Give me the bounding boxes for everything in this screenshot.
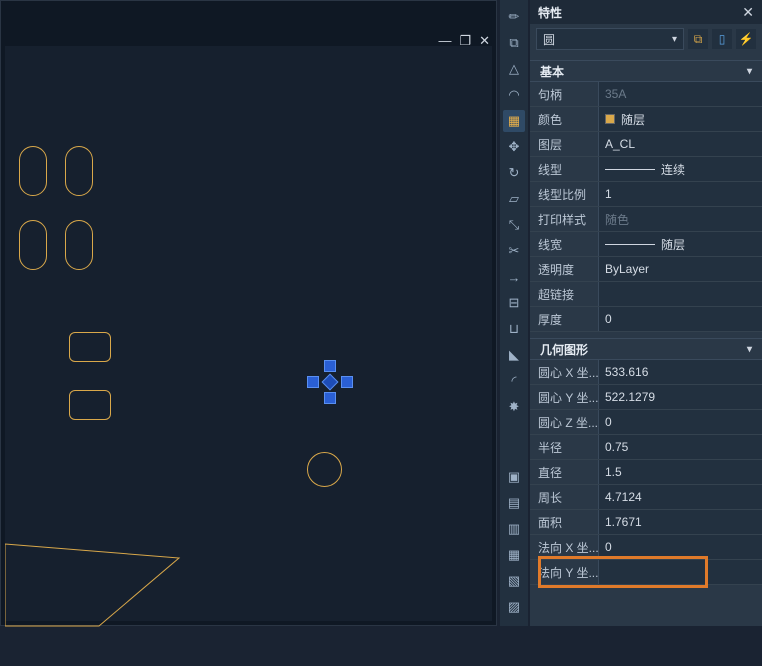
- prop-radius: 半径 0.75: [530, 435, 762, 460]
- prop-layer: 图层 A_CL: [530, 132, 762, 157]
- layer-6-icon[interactable]: ▨: [503, 596, 525, 618]
- prop-handle: 句柄 35A: [530, 82, 762, 107]
- section-geometry[interactable]: 几何图形 ▾: [530, 338, 762, 360]
- prop-diameter: 直径 1.5: [530, 460, 762, 485]
- shape-polyline: [5, 536, 285, 666]
- prop-color: 颜色 随层: [530, 107, 762, 132]
- prop-linescale: 线型比例 1: [530, 182, 762, 207]
- stretch-icon[interactable]: ⤡: [503, 214, 525, 236]
- prop-transparency: 透明度 ByLayer: [530, 257, 762, 282]
- move-icon[interactable]: ✥: [503, 136, 525, 158]
- trim-icon[interactable]: ✂: [503, 240, 525, 262]
- layer-4-icon[interactable]: ▦: [503, 544, 525, 566]
- toggle-pickadd-icon[interactable]: ⧉: [688, 29, 708, 49]
- selection-cursor: [305, 358, 355, 408]
- panel-header: 特性 ✕: [530, 0, 762, 24]
- panel-title: 特性: [538, 4, 562, 21]
- chamfer-icon[interactable]: ◣: [503, 344, 525, 366]
- drawing-canvas[interactable]: — ❐ ✕: [0, 0, 497, 626]
- offset-icon[interactable]: ◠: [503, 84, 525, 106]
- break-icon[interactable]: ⊟: [503, 292, 525, 314]
- prop-normal-y: 法向 Y 坐...: [530, 560, 762, 585]
- extend-icon[interactable]: →: [503, 266, 525, 288]
- section-basic[interactable]: 基本 ▾: [530, 60, 762, 82]
- prop-center-x: 圆心 X 坐... 533.616: [530, 360, 762, 385]
- copy-icon[interactable]: ⧉: [503, 32, 525, 54]
- chevron-down-icon: ▾: [747, 344, 752, 355]
- prop-lineweight: 线宽 随层: [530, 232, 762, 257]
- section-label: 几何图形: [540, 341, 588, 358]
- prop-circumference: 周长 4.7124: [530, 485, 762, 510]
- close-icon[interactable]: ✕: [479, 33, 490, 49]
- tool-column: ✏ ⧉ △ ◠ ▦ ✥ ↻ ▱ ⤡ ✂ → ⊟ ⊔ ◣ ◜ ✸ ▣ ▤ ▥ ▦ …: [500, 0, 528, 626]
- line-sample-icon: [605, 244, 655, 245]
- color-swatch-icon: [605, 114, 615, 124]
- shape-rrect: [69, 332, 111, 362]
- minimize-icon[interactable]: —: [438, 33, 451, 49]
- layer-3-icon[interactable]: ▥: [503, 518, 525, 540]
- shape-slot: [65, 146, 93, 196]
- section-label: 基本: [540, 63, 564, 80]
- prop-printstyle: 打印样式 随色: [530, 207, 762, 232]
- shape-rrect: [69, 390, 111, 420]
- scale-icon[interactable]: ▱: [503, 188, 525, 210]
- shape-slot: [65, 220, 93, 270]
- quick-select-icon[interactable]: ⚡: [736, 29, 756, 49]
- maximize-icon[interactable]: ❐: [459, 33, 471, 49]
- chevron-down-icon: ▾: [747, 66, 752, 77]
- prop-normal-x: 法向 X 坐... 0: [530, 535, 762, 560]
- layer-5-icon[interactable]: ▧: [503, 570, 525, 592]
- shape-slot: [19, 146, 47, 196]
- mirror-icon[interactable]: △: [503, 58, 525, 80]
- layer-2-icon[interactable]: ▤: [503, 492, 525, 514]
- panel-close-icon[interactable]: ✕: [742, 4, 754, 21]
- chevron-down-icon: ▾: [672, 34, 677, 45]
- explode-icon[interactable]: ✸: [503, 396, 525, 418]
- object-type-selector[interactable]: 圆 ▾: [536, 28, 684, 50]
- join-icon[interactable]: ⊔: [503, 318, 525, 340]
- layer-1-icon[interactable]: ▣: [503, 466, 525, 488]
- rotate-icon[interactable]: ↻: [503, 162, 525, 184]
- prop-hyperlink: 超链接: [530, 282, 762, 307]
- select-objects-icon[interactable]: ▯: [712, 29, 732, 49]
- fillet-icon[interactable]: ◜: [503, 370, 525, 392]
- shape-circle: [307, 452, 342, 487]
- prop-area: 面积 1.7671: [530, 510, 762, 535]
- line-sample-icon: [605, 169, 655, 170]
- eraser-icon[interactable]: ✏: [503, 6, 525, 28]
- shape-slot: [19, 220, 47, 270]
- prop-center-y: 圆心 Y 坐... 522.1279: [530, 385, 762, 410]
- array-icon[interactable]: ▦: [503, 110, 525, 132]
- prop-thickness: 厚度 0: [530, 307, 762, 332]
- viewport[interactable]: [5, 46, 492, 621]
- properties-panel: 特性 ✕ 圆 ▾ ⧉ ▯ ⚡ 基本 ▾ 句柄 35A 颜色 随层 图层 A_CL…: [530, 0, 762, 626]
- prop-linetype: 线型 连续: [530, 157, 762, 182]
- prop-center-z: 圆心 Z 坐... 0: [530, 410, 762, 435]
- selector-value: 圆: [543, 31, 555, 48]
